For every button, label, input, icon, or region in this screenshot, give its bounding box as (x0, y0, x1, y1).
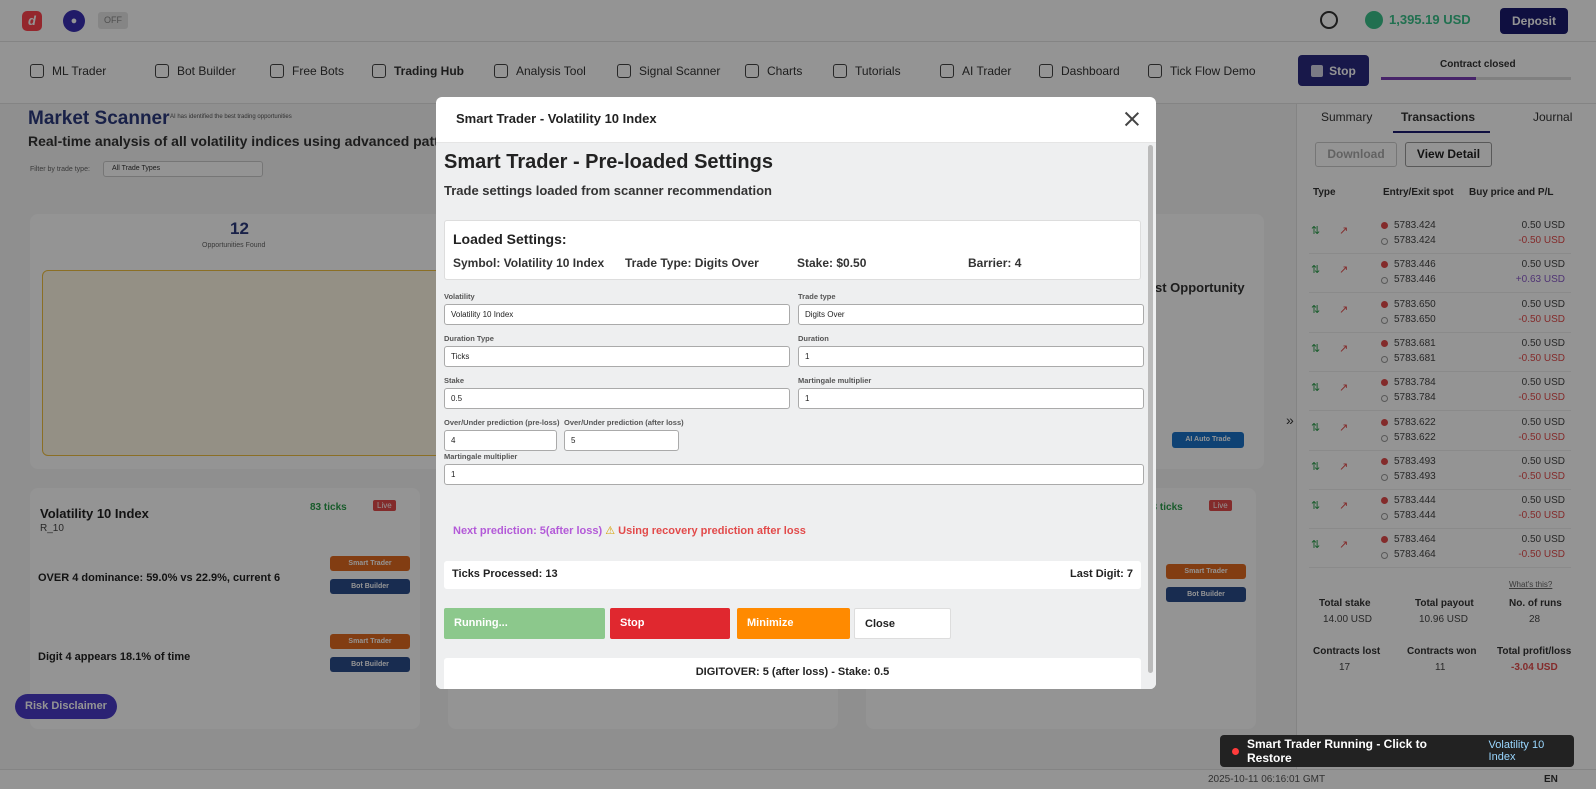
loaded-settings-title: Loaded Settings: (453, 231, 567, 247)
pre-loss-prediction-input[interactable]: 4 (444, 430, 557, 451)
settings-subheading: Trade settings loaded from scanner recom… (444, 183, 772, 198)
stop-button[interactable]: Stop (610, 608, 730, 639)
ticks-processed: Ticks Processed: 13 (452, 568, 558, 580)
duration-type-select[interactable]: Ticks (444, 346, 790, 367)
after-loss-label: Over/Under prediction (after loss) (564, 418, 684, 427)
next-prediction-text: Next prediction: 5(after loss) (453, 525, 603, 537)
martingale2-label: Martingale multiplier (444, 452, 518, 461)
loaded-trade-type: Trade Type: Digits Over (625, 256, 759, 270)
restore-toast[interactable]: Smart Trader Running - Click to Restore … (1220, 735, 1574, 767)
pre-loss-label: Over/Under prediction (pre-loss) (444, 418, 560, 427)
recovery-text: Using recovery prediction after loss (618, 525, 806, 537)
warning-icon: ⚠ (605, 525, 616, 537)
loaded-stake: Stake: $0.50 (797, 256, 867, 270)
close-icon[interactable] (1124, 111, 1140, 127)
volatility-label: Volatility (444, 292, 475, 301)
trade-type-select[interactable]: Digits Over (798, 304, 1144, 325)
stake-input[interactable]: 0.5 (444, 388, 790, 409)
last-digit: Last Digit: 7 (1070, 568, 1133, 580)
after-loss-prediction-input[interactable]: 5 (564, 430, 679, 451)
trade-type-label: Trade type (798, 292, 836, 301)
modal-scrollbar[interactable] (1148, 145, 1153, 673)
close-button[interactable]: Close (854, 608, 951, 639)
duration-input[interactable]: 1 (798, 346, 1144, 367)
settings-heading: Smart Trader - Pre-loaded Settings (444, 151, 773, 173)
loaded-settings-box: Loaded Settings: Symbol: Volatility 10 I… (444, 220, 1141, 280)
martingale2-input[interactable]: 1 (444, 464, 1144, 485)
stake-label: Stake (444, 376, 465, 385)
smart-trader-modal: Smart Trader - Volatility 10 Index Smart… (436, 97, 1156, 689)
martingale-input[interactable]: 1 (798, 388, 1144, 409)
martingale-label: Martingale multiplier (798, 376, 872, 385)
running-indicator-icon (1232, 747, 1239, 755)
tick-status-bar: Ticks Processed: 13 Last Digit: 7 (444, 561, 1141, 589)
duration-type-label: Duration Type (444, 334, 494, 343)
loaded-barrier: Barrier: 4 (968, 256, 1022, 270)
minimize-button[interactable]: Minimize (737, 608, 850, 639)
toast-symbol: Volatility 10 Index (1488, 739, 1545, 763)
contract-status-line: DIGITOVER: 5 (after loss) - Stake: 0.5 (444, 658, 1141, 689)
next-prediction: Next prediction: 5(after loss) ⚠ Using r… (453, 524, 806, 537)
modal-body: Smart Trader - Pre-loaded Settings Trade… (436, 143, 1156, 689)
duration-label: Duration (798, 334, 829, 343)
loaded-symbol: Symbol: Volatility 10 Index (453, 256, 605, 270)
volatility-select[interactable]: Volatility 10 Index (444, 304, 790, 325)
toast-text: Smart Trader Running - Click to Restore (1246, 737, 1428, 765)
running-button[interactable]: Running... (444, 608, 605, 639)
modal-title: Smart Trader - Volatility 10 Index (456, 111, 657, 126)
modal-header: Smart Trader - Volatility 10 Index (436, 97, 1156, 143)
